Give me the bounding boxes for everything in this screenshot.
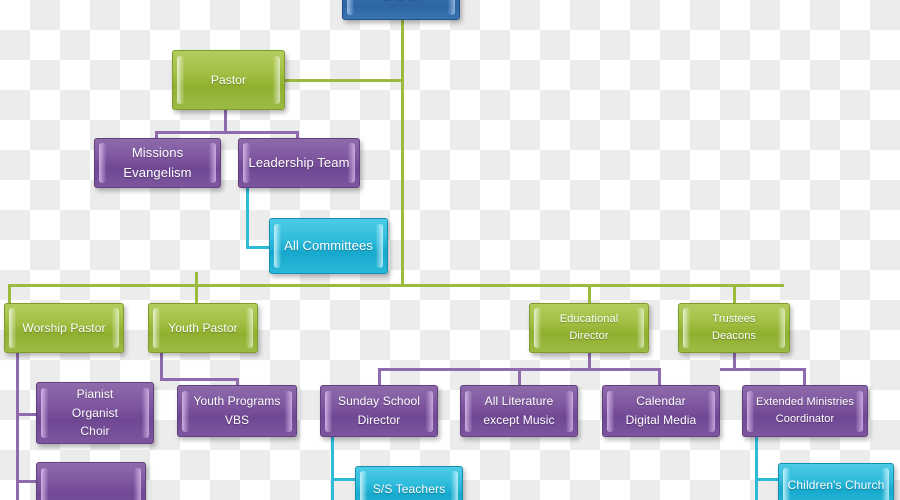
node-educational-director-line-1: Director (569, 330, 609, 342)
connector-bus-to-trustees-deacons (733, 284, 736, 304)
node-educational-director[interactable]: Educational Director (529, 303, 649, 353)
connector-main-trunk-vertical (401, 79, 404, 286)
node-pianist-organist-choir[interactable]: Pianist Organist Choir (36, 382, 154, 444)
node-youth-pastor-line-0: Youth Pastor (168, 320, 238, 335)
node-pastor[interactable]: Pastor (172, 50, 285, 110)
node-educational-director-line-0: Educational (559, 312, 619, 325)
node-calendar-digital-media[interactable]: Calendar Digital Media (602, 385, 720, 437)
node-pianist-organist-choir-line-0: Pianist (76, 387, 114, 402)
node-church[interactable]: Church (342, 0, 460, 20)
connector-to-extended-ministries (803, 368, 806, 386)
node-all-literature-except-music[interactable]: All Literature except Music (460, 385, 578, 437)
node-worship-child[interactable] (36, 462, 146, 500)
node-leadership-team-line-0: Leadership Team (248, 154, 350, 170)
connector-extended-down (755, 437, 758, 500)
org-chart-canvas: Church Pastor Missions Evangelism Leader… (0, 0, 900, 500)
node-trustees-deacons-line-0: Trustees (712, 312, 756, 325)
connector-leadership-down (246, 188, 249, 248)
node-all-committees[interactable]: All Committees (269, 218, 388, 274)
node-worship-pastor[interactable]: Worship Pastor (4, 303, 124, 353)
node-extended-ministries-coordinator[interactable]: Extended Ministries Coordinator (742, 385, 868, 437)
connector-sunday-school-down (331, 437, 334, 500)
node-worship-pastor-line-0: Worship Pastor (22, 320, 106, 335)
node-sunday-school-director-line-0: Sunday School (337, 394, 421, 409)
connector-to-calendar (658, 368, 661, 386)
node-missions-evangelism-line-0: Missions (131, 144, 184, 160)
node-youth-pastor[interactable]: Youth Pastor (148, 303, 258, 353)
connector-youth-down (160, 352, 163, 380)
node-calendar-digital-media-line-1: Digital Media (625, 413, 697, 427)
node-ss-teachers[interactable]: S/S Teachers (355, 466, 463, 500)
node-youth-programs-vbs-line-1: VBS (224, 413, 250, 427)
connector-bus-to-educational-director (588, 284, 591, 304)
connector-to-sunday-school (378, 368, 381, 386)
node-all-literature-line-1: except Music (483, 413, 555, 427)
connector-church-trunk (401, 20, 404, 85)
connector-pastor-right (285, 79, 403, 82)
node-sunday-school-director-line-1: Director (357, 413, 401, 427)
node-calendar-digital-media-line-0: Calendar (636, 394, 686, 409)
node-sunday-school-director[interactable]: Sunday School Director (320, 385, 438, 437)
node-leadership-team[interactable]: Leadership Team (238, 138, 360, 188)
connector-worship-down (16, 352, 19, 500)
connector-pastor-children-bus (155, 131, 298, 134)
node-missions-evangelism[interactable]: Missions Evangelism (94, 138, 221, 188)
node-trustees-deacons[interactable]: Trustees Deacons (678, 303, 790, 353)
node-pianist-organist-choir-line-1: Organist (71, 405, 119, 420)
node-childrens-church-line-0: Children's Church (787, 477, 885, 492)
connector-extended-to-childrens-church (755, 478, 780, 481)
connector-bus-to-worship-pastor (8, 284, 11, 304)
node-missions-evangelism-line-1: Evangelism (123, 165, 192, 180)
node-pastor-line-0: Pastor (210, 72, 247, 87)
connector-bus-to-youth-pastor (195, 284, 198, 304)
connector-sunday-school-to-teachers (331, 478, 357, 481)
connector-youth-elbow (160, 378, 238, 381)
node-extended-ministries-line-1: Coordinator (775, 413, 835, 425)
node-all-literature-line-0: All Literature (484, 394, 554, 409)
connector-main-bus (8, 284, 784, 287)
node-trustees-deacons-line-1: Deacons (711, 330, 757, 342)
node-youth-programs-vbs-line-0: Youth Programs (193, 394, 281, 409)
node-all-committees-line-0: All Committees (284, 237, 373, 253)
node-extended-ministries-line-0: Extended Ministries (756, 395, 854, 408)
node-church-line-0: Church (381, 0, 420, 5)
node-ss-teachers-line-0: S/S Teachers (372, 481, 446, 496)
connector-upper-spur (195, 272, 198, 286)
connector-trustees-elbow (720, 368, 805, 371)
node-pianist-organist-choir-line-2: Choir (80, 424, 110, 439)
connector-to-all-literature (518, 368, 521, 386)
node-youth-programs-vbs[interactable]: Youth Programs VBS (177, 385, 297, 437)
node-childrens-church[interactable]: Children's Church (778, 463, 894, 500)
